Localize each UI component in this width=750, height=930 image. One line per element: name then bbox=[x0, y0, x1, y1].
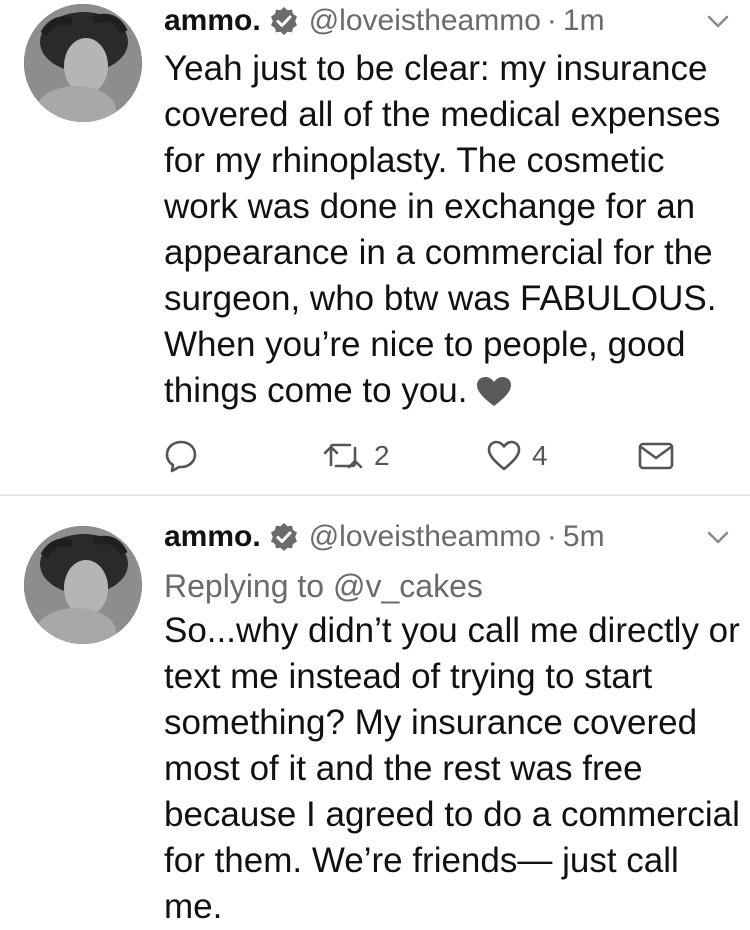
author-name[interactable]: ammo. bbox=[164, 520, 261, 554]
direct-message-button[interactable] bbox=[638, 434, 674, 478]
heart-outline-icon bbox=[486, 439, 522, 473]
avatar[interactable] bbox=[24, 526, 142, 644]
tweet-time[interactable]: 1m bbox=[563, 4, 605, 38]
author-name[interactable]: ammo. bbox=[164, 4, 261, 38]
tweet-text-content: Yeah just to be clear: my insurance cove… bbox=[164, 49, 721, 410]
author-handle[interactable]: @loveistheammo bbox=[309, 4, 541, 38]
avatar[interactable] bbox=[24, 4, 142, 122]
verified-badge-icon bbox=[269, 6, 299, 36]
tweet-header: ammo. @loveistheammo · 1m bbox=[164, 0, 605, 42]
like-button[interactable]: 4 bbox=[486, 434, 548, 478]
tweet-text: Yeah just to be clear: my insurance cove… bbox=[164, 46, 744, 414]
chevron-down-icon[interactable] bbox=[704, 8, 732, 36]
separator-dot: · bbox=[546, 520, 557, 553]
verified-badge-icon bbox=[269, 522, 299, 552]
tweet-1[interactable]: ammo. @loveistheammo · 1m Yeah just to b… bbox=[0, 0, 750, 494]
tweet-text-content: So...why didn’t you call me directly or … bbox=[164, 611, 740, 926]
retweet-count: 2 bbox=[374, 440, 390, 471]
tweet-time[interactable]: 5m bbox=[563, 520, 605, 554]
retweet-icon bbox=[322, 439, 364, 473]
retweet-button[interactable]: 2 bbox=[322, 434, 390, 478]
reply-bubble-icon bbox=[164, 439, 198, 473]
envelope-icon bbox=[638, 441, 674, 471]
replying-to[interactable]: Replying to @v_cakes bbox=[164, 564, 483, 608]
tweet-text: So...why didn’t you call me directly or … bbox=[164, 608, 744, 930]
author-handle[interactable]: @loveistheammo bbox=[309, 520, 541, 554]
like-count: 4 bbox=[532, 440, 548, 471]
grey-heart-emoji-icon bbox=[476, 374, 512, 406]
tweet-header: ammo. @loveistheammo · 5m bbox=[164, 516, 605, 558]
tweet-actions: 2 4 bbox=[164, 434, 684, 478]
chevron-down-icon[interactable] bbox=[704, 524, 732, 552]
reply-button[interactable] bbox=[164, 434, 198, 478]
separator-dot: · bbox=[546, 4, 557, 37]
